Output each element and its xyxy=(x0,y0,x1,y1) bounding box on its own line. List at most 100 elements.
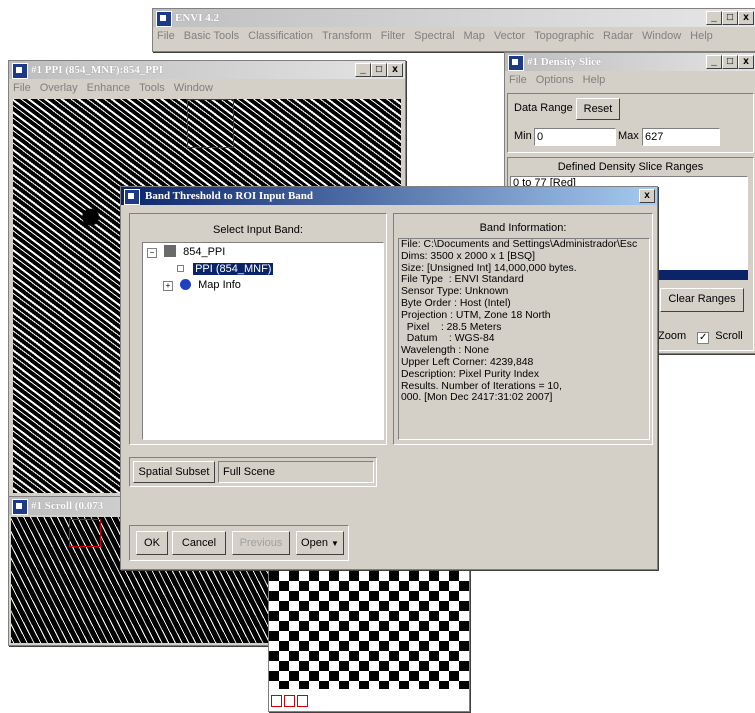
zoom-box-indicator[interactable] xyxy=(187,99,234,148)
open-button-label: Open xyxy=(301,537,328,549)
image-window-icon xyxy=(12,63,28,79)
density-slice-titlebar[interactable]: #1 Density Slice _ □ x xyxy=(505,53,755,71)
menu-item-window[interactable]: Window xyxy=(174,82,213,94)
band-info-panel: Band Information: File: C:\Documents and… xyxy=(393,213,653,445)
close-icon[interactable]: x xyxy=(387,63,403,77)
maximize-icon[interactable]: □ xyxy=(722,11,738,25)
menu-item-options[interactable]: Options xyxy=(536,74,574,86)
collapse-icon[interactable]: − xyxy=(147,248,157,258)
max-label: Max xyxy=(618,130,639,142)
zoom-window xyxy=(268,560,470,712)
ranges-header: Defined Density Slice Ranges xyxy=(557,161,704,173)
band-threshold-dialog: Band Threshold to ROI Input Band x Selec… xyxy=(120,186,658,570)
clear-ranges-button[interactable]: Clear Ranges xyxy=(660,288,744,312)
menu-item-tools[interactable]: Tools xyxy=(139,82,165,94)
zoom-out-icon[interactable] xyxy=(271,695,282,707)
scroll-checkbox[interactable]: ✓ xyxy=(697,332,710,344)
menu-item-radar[interactable]: Radar xyxy=(603,30,633,42)
previous-button[interactable]: Previous xyxy=(232,531,290,555)
menu-item-file[interactable]: File xyxy=(509,74,527,86)
window-controls: _ □ x xyxy=(706,11,754,25)
menu-item-vector[interactable]: Vector xyxy=(494,30,525,42)
open-button[interactable]: Open ▼ xyxy=(296,531,344,555)
menu-item-file[interactable]: File xyxy=(13,82,31,94)
close-icon[interactable]: x xyxy=(738,55,754,69)
min-input[interactable]: 0 xyxy=(534,128,616,146)
menu-item-spectral[interactable]: Spectral xyxy=(414,30,454,42)
menu-item-filter[interactable]: Filter xyxy=(381,30,405,42)
menu-item-window[interactable]: Window xyxy=(642,30,681,42)
data-range-label: Data Range xyxy=(514,102,573,114)
band-info-line: Projection : UTM, Zone 18 North xyxy=(401,309,551,321)
density-slice-menubar: File Options Help xyxy=(505,71,755,89)
zoom-reset-icon[interactable] xyxy=(297,695,308,707)
band-info-line: Sensor Type: Unknown xyxy=(401,286,509,298)
zoom-in-icon[interactable] xyxy=(284,695,295,707)
dialog-title: Band Threshold to ROI Input Band xyxy=(145,190,314,202)
maximize-icon[interactable]: □ xyxy=(371,63,387,77)
ok-button[interactable]: OK xyxy=(136,531,168,555)
minimize-icon[interactable]: _ xyxy=(355,63,371,77)
select-band-label: Select Input Band: xyxy=(213,224,303,236)
menu-item-map[interactable]: Map xyxy=(464,30,485,42)
tree-root-row[interactable]: − 854_PPI xyxy=(147,245,225,258)
window-controls: _ □ x xyxy=(355,63,403,77)
cancel-button[interactable]: Cancel xyxy=(172,531,226,555)
band-info-line: Datum : WGS-84 xyxy=(401,333,495,345)
close-icon[interactable]: x xyxy=(639,189,655,203)
scroll-view-indicator[interactable] xyxy=(69,519,101,547)
menu-item-help[interactable]: Help xyxy=(690,30,713,42)
band-tree[interactable]: − 854_PPI PPI (854_MNF) + Map Info xyxy=(142,242,384,440)
select-band-panel: Select Input Band: − 854_PPI PPI (854_MN… xyxy=(129,213,387,445)
dialog-titlebar[interactable]: Band Threshold to ROI Input Band x xyxy=(121,187,657,205)
dialog-controls: x xyxy=(639,189,655,203)
band-info-line: File Type : ENVI Standard xyxy=(401,274,524,286)
menu-item-help[interactable]: Help xyxy=(583,74,606,86)
max-input[interactable]: 627 xyxy=(642,128,720,146)
tree-band-label[interactable]: PPI (854_MNF) xyxy=(193,263,274,275)
band-info-line: Upper Left Corner: 4239,848 xyxy=(401,356,534,368)
envi-main-titlebar[interactable]: ENVI 4.2 _ □ x xyxy=(153,9,755,27)
tree-map-row[interactable]: + Map Info xyxy=(163,279,241,291)
band-info-header: Band Information: xyxy=(479,222,567,234)
tree-band-row[interactable]: PPI (854_MNF) xyxy=(177,263,274,275)
image-window-menubar: File Overlay Enhance Tools Window xyxy=(9,79,405,97)
menu-item-basic-tools[interactable]: Basic Tools xyxy=(184,30,239,42)
dialog-button-row: OK Cancel Previous Open ▼ xyxy=(129,525,349,561)
scroll-window-title: #1 Scroll (0.073 xyxy=(31,500,104,512)
data-range-group: Data Range Reset Min 0 Max 627 xyxy=(507,93,754,153)
maximize-icon[interactable]: □ xyxy=(722,55,738,69)
spatial-subset-button[interactable]: Spatial Subset xyxy=(133,461,215,483)
menu-item-topographic[interactable]: Topographic xyxy=(534,30,594,42)
minimize-icon[interactable]: _ xyxy=(706,55,722,69)
menu-item-transform[interactable]: Transform xyxy=(322,30,372,42)
tree-root-label: 854_PPI xyxy=(183,246,226,258)
reset-button[interactable]: Reset xyxy=(576,98,620,120)
band-info-line: Results. Number of Iterations = 10, xyxy=(401,380,562,392)
minimize-icon[interactable]: _ xyxy=(706,11,722,25)
scroll-label: Scroll xyxy=(715,330,743,342)
window-controls: _ □ x xyxy=(706,55,754,69)
zoom-image-display[interactable] xyxy=(269,561,469,689)
image-window-title: #1 PPI (854_MNF):854_PPI xyxy=(31,64,163,76)
menu-item-classification[interactable]: Classification xyxy=(248,30,313,42)
band-icon xyxy=(177,265,184,272)
band-info-text[interactable]: File: C:\Documents and Settings\Administ… xyxy=(398,238,650,440)
menu-item-enhance[interactable]: Enhance xyxy=(87,82,130,94)
menu-item-overlay[interactable]: Overlay xyxy=(40,82,78,94)
band-info-line: 000. [Mon Dec 2417:31:02 2007] xyxy=(401,392,553,404)
spatial-subset-value: Full Scene xyxy=(218,461,374,483)
band-info-line: Pixel : 28.5 Meters xyxy=(401,321,502,333)
image-window-titlebar[interactable]: #1 PPI (854_MNF):854_PPI _ □ x xyxy=(9,61,405,79)
expand-icon[interactable]: + xyxy=(163,281,173,291)
band-info-line: Dims: 3500 x 2000 x 1 [BSQ] xyxy=(401,250,535,262)
band-info-line: Wavelength : None xyxy=(401,345,489,357)
band-info-line: Size: [Unsigned Int] 14,000,000 bytes. xyxy=(401,262,577,274)
menu-item-file[interactable]: File xyxy=(157,30,175,42)
file-icon xyxy=(164,245,177,257)
options-row: Zoom ✓ Scroll xyxy=(658,330,753,344)
close-icon[interactable]: x xyxy=(738,11,754,25)
globe-icon xyxy=(180,279,192,290)
band-info-line: Byte Order : Host (Intel) xyxy=(401,297,511,309)
scroll-window-icon xyxy=(12,499,28,515)
